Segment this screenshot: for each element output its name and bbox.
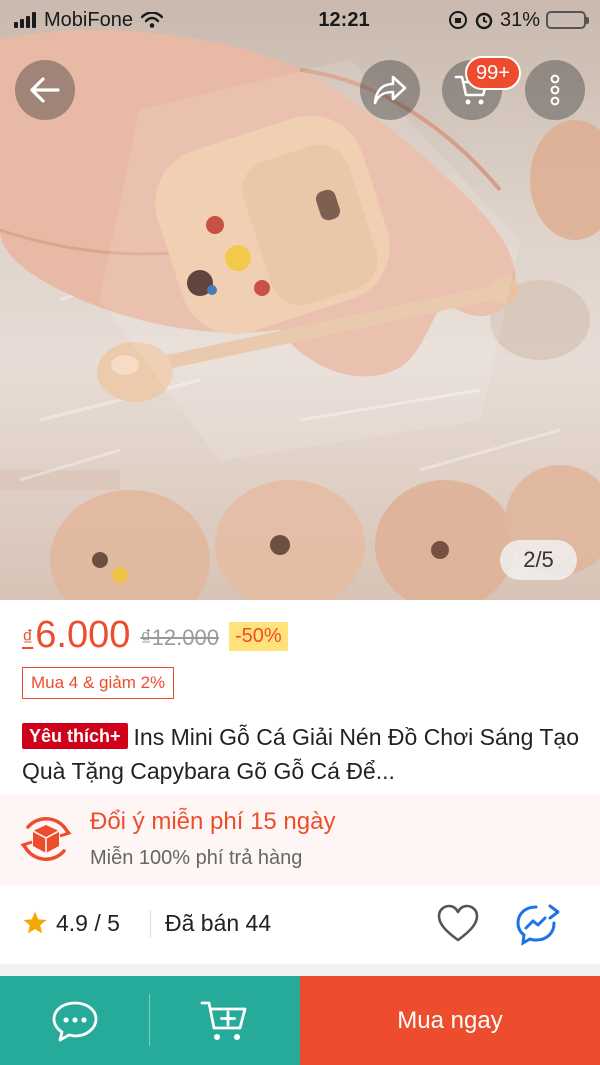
return-policy-subtitle: Miễn 100% phí trả hàng xyxy=(90,847,303,869)
signal-icon xyxy=(14,12,36,28)
arrow-left-icon xyxy=(30,77,60,103)
original-price: ₫12.000 xyxy=(140,625,219,650)
add-to-cart-icon xyxy=(200,1001,247,1040)
orientation-lock-icon xyxy=(448,11,467,29)
free-return-icon xyxy=(20,817,72,861)
price-amount: 6.000 xyxy=(35,614,131,656)
more-vertical-icon xyxy=(550,74,560,106)
product-photo xyxy=(0,30,600,600)
rating-score[interactable]: 4.9 / 5 xyxy=(56,910,120,937)
image-counter: 2/5 xyxy=(500,540,577,580)
product-image-gallery[interactable]: MobiFone 12:21 31% 99+ 2/5 xyxy=(0,0,600,600)
share-icon xyxy=(373,75,407,105)
status-bar: MobiFone 12:21 31% xyxy=(0,0,600,40)
discount-badge: -50% xyxy=(228,622,288,651)
chat-icon xyxy=(52,1001,98,1041)
share-to-messenger-icon[interactable] xyxy=(514,903,562,947)
rating-row: 4.9 / 5 Đã bán 44 xyxy=(0,886,600,964)
share-button[interactable] xyxy=(360,60,420,120)
alarm-icon xyxy=(475,12,493,30)
battery-percent: 31% xyxy=(499,8,540,31)
bundle-deal-tag[interactable]: Mua 4 & giảm 2% xyxy=(22,667,175,699)
more-options-button[interactable] xyxy=(525,60,585,120)
currency-symbol: ₫ xyxy=(22,625,34,650)
buy-now-button[interactable]: Mua ngay xyxy=(300,976,600,1065)
section-separator xyxy=(0,964,600,976)
secondary-actions xyxy=(0,976,300,1065)
heart-icon[interactable] xyxy=(436,904,480,944)
stats-divider xyxy=(150,910,151,938)
favorite-plus-badge: Yêu thích+ xyxy=(22,723,128,749)
current-price: ₫ 6.000 xyxy=(22,614,130,657)
cart-count-badge: 99+ xyxy=(465,56,521,90)
wifi-icon xyxy=(140,12,163,28)
bottom-action-bar: Mua ngay xyxy=(0,976,600,1065)
clock: 12:21 xyxy=(318,8,370,31)
back-button[interactable] xyxy=(15,60,75,120)
battery-icon xyxy=(546,11,589,29)
carrier-name: MobiFone xyxy=(44,8,133,31)
product-title: Yêu thích+ Ins Mini Gỗ Cá Giải Nén Đồ Chơ… xyxy=(22,720,582,788)
sold-count: Đã bán 44 xyxy=(165,910,272,936)
star-icon xyxy=(23,911,47,934)
return-policy-title: Đổi ý miễn phí 15 ngày xyxy=(90,808,336,835)
price-row: ₫ 6.000 ₫12.000 -50% xyxy=(22,614,288,657)
add-to-cart-button[interactable] xyxy=(150,976,300,1065)
chat-button[interactable] xyxy=(0,976,150,1065)
return-policy-banner[interactable]: Đổi ý miễn phí 15 ngày Miễn 100% phí trả… xyxy=(0,794,600,886)
